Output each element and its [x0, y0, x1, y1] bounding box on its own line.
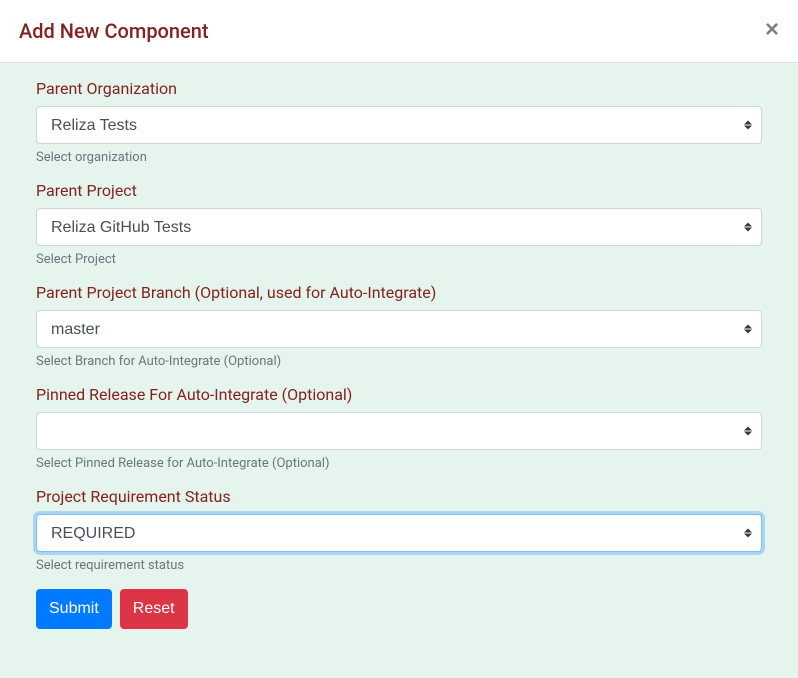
requirement-status-help: Select requirement status: [36, 558, 762, 573]
reset-button[interactable]: Reset: [120, 589, 188, 629]
pinned-release-help: Select Pinned Release for Auto-Integrate…: [36, 456, 762, 471]
parent-organization-select[interactable]: Reliza Tests: [36, 106, 762, 144]
parent-project-select-wrapper: Reliza GitHub Tests: [36, 208, 762, 246]
submit-button[interactable]: Submit: [36, 589, 112, 629]
parent-organization-label: Parent Organization: [36, 79, 762, 98]
requirement-status-select[interactable]: REQUIRED: [36, 514, 762, 552]
add-component-modal: Add New Component × Parent Organization …: [0, 0, 798, 678]
close-icon: ×: [765, 16, 779, 43]
button-row: Submit Reset: [36, 589, 762, 629]
requirement-status-select-wrapper: REQUIRED: [36, 514, 762, 552]
parent-branch-select-wrapper: master: [36, 310, 762, 348]
requirement-status-group: Project Requirement Status REQUIRED Sele…: [36, 487, 762, 573]
parent-project-label: Parent Project: [36, 181, 762, 200]
parent-branch-help: Select Branch for Auto-Integrate (Option…: [36, 354, 762, 369]
parent-organization-select-wrapper: Reliza Tests: [36, 106, 762, 144]
parent-branch-group: Parent Project Branch (Optional, used fo…: [36, 283, 762, 369]
modal-title: Add New Component: [19, 16, 209, 46]
modal-body: Parent Organization Reliza Tests Select …: [0, 63, 798, 678]
modal-header: Add New Component ×: [0, 0, 798, 63]
parent-project-group: Parent Project Reliza GitHub Tests Selec…: [36, 181, 762, 267]
parent-project-select[interactable]: Reliza GitHub Tests: [36, 208, 762, 246]
pinned-release-select[interactable]: [36, 412, 762, 450]
parent-branch-label: Parent Project Branch (Optional, used fo…: [36, 283, 762, 302]
parent-branch-select[interactable]: master: [36, 310, 762, 348]
pinned-release-group: Pinned Release For Auto-Integrate (Optio…: [36, 385, 762, 471]
parent-project-help: Select Project: [36, 252, 762, 267]
pinned-release-label: Pinned Release For Auto-Integrate (Optio…: [36, 385, 762, 404]
requirement-status-label: Project Requirement Status: [36, 487, 762, 506]
pinned-release-select-wrapper: [36, 412, 762, 450]
parent-organization-group: Parent Organization Reliza Tests Select …: [36, 79, 762, 165]
parent-organization-help: Select organization: [36, 150, 762, 165]
close-button[interactable]: ×: [765, 18, 779, 42]
